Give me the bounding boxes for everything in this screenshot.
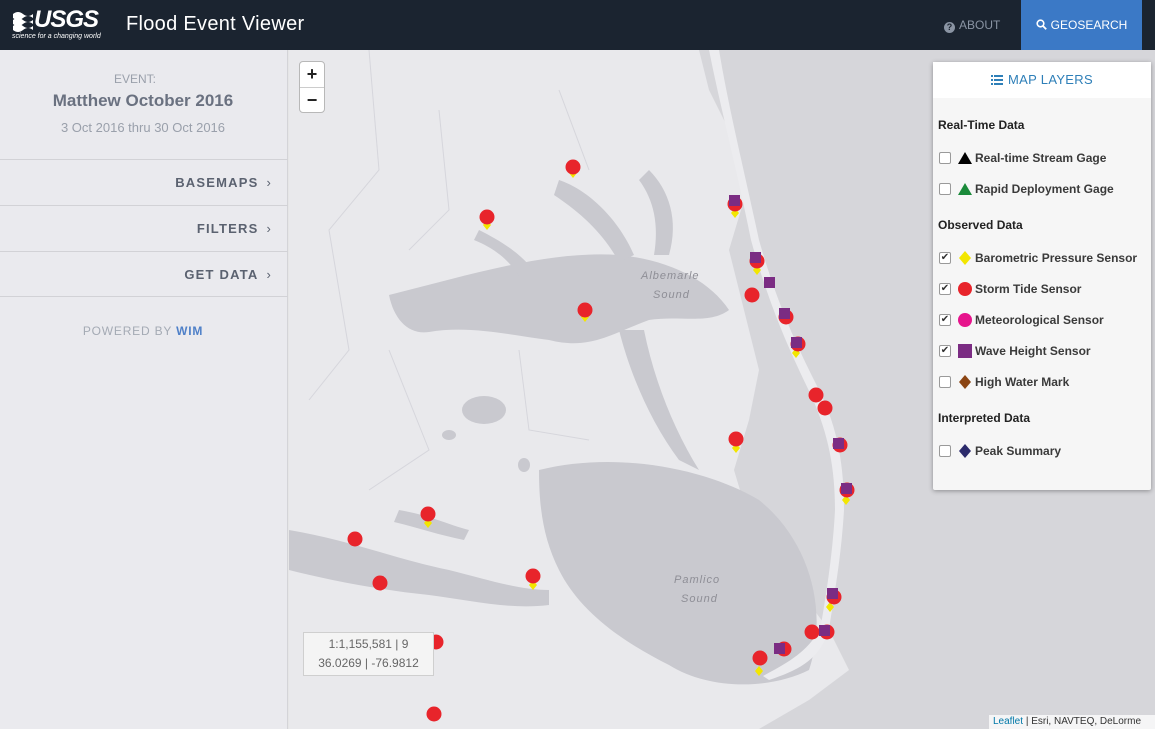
top-navbar: USGS science for a changing world Flood … (0, 0, 1155, 50)
geosearch-button[interactable]: GEOSEARCH (1021, 0, 1142, 50)
storm-tide-marker (804, 624, 820, 640)
search-icon (1036, 19, 1047, 30)
question-icon: ? (944, 22, 955, 33)
navy-diamond-icon (959, 444, 971, 458)
storm-tide-marker (426, 706, 442, 722)
wave-height-marker (833, 438, 844, 449)
wave-height-marker (764, 277, 775, 288)
purple-square-icon (958, 344, 972, 358)
layer-label: Peak Summary (975, 444, 1062, 458)
storm-tide-marker (479, 209, 495, 225)
zoom-control: + − (299, 61, 325, 113)
wave-height-marker (841, 483, 852, 494)
storm-tide-marker (347, 531, 363, 547)
wave-height-marker-set (729, 195, 852, 654)
usgs-logo[interactable]: USGS science for a changing world (12, 6, 101, 42)
wave-height-marker (750, 252, 761, 263)
sidebar: EVENT: Matthew October 2016 3 Oct 2016 t… (0, 50, 288, 729)
layer-label: Rapid Deployment Gage (975, 182, 1114, 196)
layer-label: Barometric Pressure Sensor (975, 251, 1138, 265)
coords-readout: 36.0269 | -76.9812 (318, 656, 419, 670)
layer-checkbox[interactable]: ✔ (939, 314, 951, 326)
wave-height-marker (791, 337, 802, 348)
attribution-text: | Esri, NAVTEQ, DeLorme (1025, 716, 1142, 727)
storm-tide-marker (525, 568, 541, 584)
chevron-right-icon: › (266, 175, 272, 190)
barometric-marker-set (424, 168, 850, 676)
layer-label: Storm Tide Sensor (975, 282, 1082, 296)
sidebar-item-filters[interactable]: FILTERS › (0, 205, 288, 251)
group-title-interpreted: Interpreted Data (938, 411, 1031, 425)
scale-coords-readout: 1:1,155,581 | 9 36.0269 | -76.9812 (303, 632, 434, 676)
layer-label: Meteorological Sensor (975, 313, 1104, 327)
list-icon (991, 75, 1004, 85)
storm-tide-marker (744, 287, 760, 303)
storm-tide-marker (577, 302, 593, 318)
group-title-observed: Observed Data (938, 218, 1023, 232)
green-triangle-icon (958, 183, 972, 195)
leaflet-link[interactable]: Leaflet (993, 716, 1023, 727)
map-layers-header[interactable]: MAP LAYERS (933, 62, 1151, 98)
sidebar-item-basemaps[interactable]: BASEMAPS › (0, 159, 288, 205)
layer-checkbox[interactable]: ✔ (939, 345, 951, 357)
chevron-right-icon: › (266, 267, 272, 282)
wave-height-marker (774, 643, 785, 654)
storm-tide-marker (420, 506, 436, 522)
sidebar-item-label: GET DATA (184, 267, 259, 282)
usgs-wave-icon (13, 12, 33, 32)
storm-tide-marker (808, 387, 824, 403)
map-layers-panel: MAP LAYERS Real-Time Data Real-time Stre… (933, 62, 1151, 490)
layer-label: High Water Mark (975, 375, 1070, 389)
sidebar-item-get-data[interactable]: GET DATA › (0, 251, 288, 297)
wave-height-marker (779, 308, 790, 319)
wim-link[interactable]: WIM (176, 324, 203, 338)
layer-checkbox[interactable]: ✔ (939, 283, 951, 295)
storm-tide-marker (817, 400, 833, 416)
logo-tagline: science for a changing world (12, 33, 101, 40)
layer-checkbox[interactable] (939, 152, 951, 164)
group-title-real-time: Real-Time Data (938, 118, 1025, 132)
about-link[interactable]: ? ABOUT (944, 0, 1000, 50)
sidebar-item-label: BASEMAPS (175, 175, 259, 190)
storm-tide-marker (372, 575, 388, 591)
zoom-out-button[interactable]: − (300, 87, 324, 112)
layer-label: Wave Height Sensor (975, 344, 1091, 358)
storm-tide-marker (728, 431, 744, 447)
wave-height-marker (819, 625, 830, 636)
scale-readout: 1:1,155,581 | 9 (328, 637, 409, 651)
layer-checkbox[interactable]: ✔ (939, 252, 951, 264)
layer-checkbox[interactable] (939, 376, 951, 388)
about-label: ABOUT (959, 18, 1001, 32)
black-triangle-icon (958, 152, 972, 164)
zoom-in-button[interactable]: + (300, 62, 324, 87)
magenta-circle-icon (958, 313, 972, 327)
map-attribution: Leaflet | Esri, NAVTEQ, DeLorme (989, 715, 1155, 729)
wave-height-marker (827, 588, 838, 599)
powered-by[interactable]: POWERED BY WIM (0, 324, 286, 338)
layer-checkbox[interactable] (939, 445, 951, 457)
yellow-diamond-icon (959, 251, 971, 265)
sidebar-item-label: FILTERS (196, 221, 259, 236)
sidebar-divider (0, 296, 288, 297)
logo-word: USGS (34, 6, 99, 33)
app-title: Flood Event Viewer (126, 13, 305, 35)
geosearch-label: GEOSEARCH (1050, 18, 1128, 32)
layer-label: Real-time Stream Gage (975, 151, 1107, 165)
storm-tide-marker (752, 650, 768, 666)
brown-diamond-icon (959, 375, 971, 389)
event-name: Matthew October 2016 (52, 91, 234, 110)
event-dates: 3 Oct 2016 thru 30 Oct 2016 (60, 120, 226, 135)
wave-height-marker (729, 195, 740, 206)
storm-tide-marker (565, 159, 581, 175)
powered-by-text: POWERED BY (82, 324, 172, 338)
chevron-right-icon: › (266, 221, 272, 236)
layer-checkbox[interactable] (939, 183, 951, 195)
red-circle-icon (958, 282, 972, 296)
map-layers-title: MAP LAYERS (1008, 72, 1093, 87)
event-label: EVENT: (113, 72, 156, 86)
